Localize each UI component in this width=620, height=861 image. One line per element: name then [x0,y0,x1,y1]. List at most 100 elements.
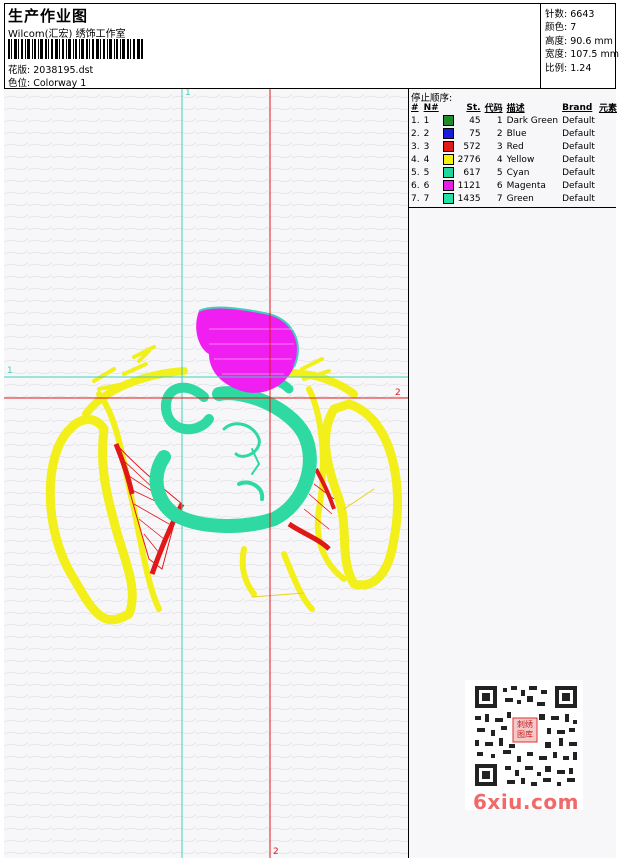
row-n: 7 [423,193,430,204]
spec-height: 高度: 90.6 mm [545,36,613,47]
col-stitches: St. [466,102,481,113]
table-row: 6. 6 1121 6 Magenta Default [409,179,619,192]
v-axis-label-1: 1 [185,89,191,98]
colorway-row: 色位: Colorway 1 [8,75,86,89]
row-brand: Default [562,128,595,139]
row-n: 2 [423,128,430,139]
row-desc: Cyan [506,167,530,178]
row-n: 3 [423,141,430,152]
row-n: 6 [423,180,430,191]
row-n: 4 [423,154,430,165]
row-element [597,140,619,153]
row-code: 4 [496,154,503,165]
table-row: 2. 2 75 2 Blue Default [409,127,619,140]
row-index: 6. [411,180,420,191]
row-brand: Default [562,115,595,126]
row-index: 1. [411,115,420,126]
color-swatch [442,167,454,178]
row-stitches: 572 [463,141,481,152]
col-swatch [441,101,456,114]
row-brand: Default [562,180,595,191]
row-index: 5. [411,167,420,178]
col-desc: 描述 [506,104,525,114]
row-code: 3 [496,141,503,152]
row-stitches: 1435 [457,193,481,204]
row-brand: Default [562,193,595,204]
col-code: 代码 [484,104,503,114]
h-axis-label-2: 2 [395,388,401,398]
colorway-value: Colorway 1 [33,78,87,89]
page-title: 生产作业图 [8,7,89,25]
row-element [597,166,619,179]
row-swatch [441,179,456,192]
row-swatch [441,166,456,179]
row-stitches: 617 [463,167,481,178]
row-swatch [441,127,456,140]
row-element [597,179,619,192]
col-n: N# [423,102,439,113]
row-desc: Green [506,193,534,204]
row-element [597,127,619,140]
row-index: 3. [411,141,420,152]
colorway-label: 色位: [8,78,31,89]
spec-colors: 颜色: 7 [545,22,577,33]
row-swatch [441,153,456,166]
watermark-6xiu: 6xiu.com [473,790,579,814]
color-swatch [442,141,454,152]
row-element [597,153,619,166]
registration-lines [4,89,408,858]
table-row: 7. 7 1435 7 Green Default [409,192,619,205]
row-desc: Red [506,141,524,152]
design-canvas[interactable]: 1 2 1 2 [4,89,409,858]
row-code: 5 [496,167,503,178]
col-index: # [411,102,419,113]
table-divider [409,207,616,208]
row-index: 7. [411,193,420,204]
row-index: 2. [411,128,420,139]
row-desc: Magenta [506,180,546,191]
color-swatch [442,154,454,165]
row-desc: Dark Green [506,115,559,126]
table-row: 1. 1 45 1 Dark Green Default [409,114,619,127]
col-element: 元素 [598,104,617,114]
col-brand: Brand [562,102,593,113]
table-row: 3. 3 572 3 Red Default [409,140,619,153]
row-stitches: 1121 [457,180,481,191]
row-stitches: 45 [469,115,481,126]
row-brand: Default [562,154,595,165]
spec-width: 宽度: 107.5 mm [545,49,619,60]
row-code: 2 [496,128,503,139]
header: 生产作业图 Wilcom(汇宏) 绣饰工作室 花版: 2038195.dst 色… [4,3,619,89]
v-axis-label-2: 2 [273,847,279,857]
table-header-row: # N# St. 代码 描述 Brand 元素 [409,101,619,115]
color-swatch [442,193,454,204]
table-row: 5. 5 617 5 Cyan Default [409,166,619,179]
qr-stamp: 刺绣图库 [517,720,533,739]
row-element [597,192,619,205]
row-index: 4. [411,154,420,165]
row-code: 6 [496,180,503,191]
row-n: 1 [423,115,430,126]
design-file-row: 花版: 2038195.dst [8,62,93,76]
stop-sequence-table: # N# St. 代码 描述 Brand 元素 1. 1 45 1 Dark Green… [409,101,619,205]
row-swatch [441,114,456,127]
row-n: 5 [423,167,430,178]
row-code: 1 [496,115,503,126]
color-swatch [442,180,454,191]
spec-stitches: 针数: 6643 [545,9,595,20]
h-axis-label-1: 1 [7,366,13,376]
row-swatch [441,192,456,205]
spec-scale: 比例: 1.24 [545,63,592,74]
row-element [597,114,619,127]
color-swatch [442,128,454,139]
row-code: 7 [496,193,503,204]
row-desc: Blue [506,128,527,139]
row-brand: Default [562,167,595,178]
row-swatch [441,140,456,153]
table-row: 4. 4 2776 4 Yellow Default [409,153,619,166]
barcode [8,39,143,59]
row-stitches: 75 [469,128,481,139]
specs-panel: 针数: 6643 颜色: 7 高度: 90.6 mm 宽度: 107.5 mm … [540,3,619,89]
software-subtitle: Wilcom(汇宏) 绣饰工作室 [8,29,126,40]
row-brand: Default [562,141,595,152]
